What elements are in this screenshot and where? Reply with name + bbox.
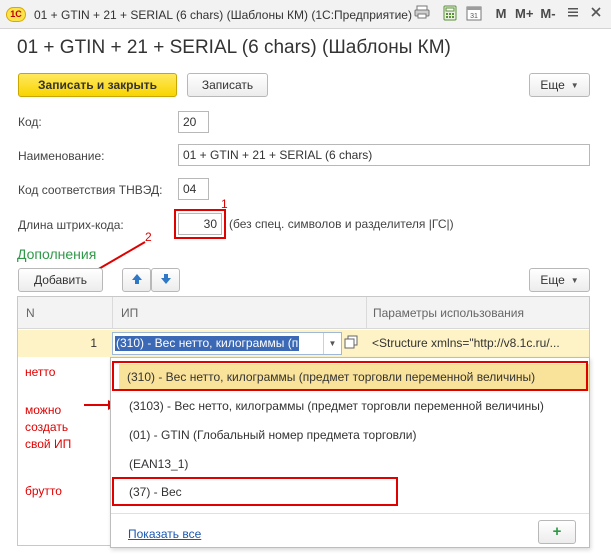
annotation-create-line1: можно — [25, 403, 62, 417]
dropdown-divider — [111, 513, 589, 514]
annotation-create-line2: создать — [25, 420, 69, 434]
show-all-link[interactable]: Показать все — [128, 527, 201, 541]
print-icon[interactable] — [412, 5, 432, 23]
code-label: Код: — [18, 115, 42, 129]
move-up-button[interactable] — [122, 268, 151, 292]
chevron-down-icon: ▼ — [570, 81, 579, 90]
save-button[interactable]: Записать — [187, 73, 268, 97]
window-titlebar: 1C 01 + GTIN + 21 + SERIAL (6 chars) (Ша… — [0, 0, 611, 29]
svg-text:31: 31 — [470, 13, 478, 20]
highlight-brutto-item — [112, 477, 398, 506]
highlight-netto-item — [112, 361, 588, 391]
annotation-create-own-ip: можно создать свой ИП — [25, 402, 71, 453]
page-title: 01 + GTIN + 21 + SERIAL (6 chars) (Шабло… — [17, 37, 451, 58]
annotation-number-1: 1 — [221, 197, 228, 211]
name-label: Наименование: — [18, 149, 105, 163]
additions-more-label: Еще — [540, 273, 565, 287]
code-field[interactable]: 20 — [178, 111, 209, 133]
column-header-ip[interactable]: ИП — [113, 297, 367, 329]
chevron-down-icon: ▼ — [570, 276, 579, 285]
save-and-close-button[interactable]: Записать и закрыть — [18, 73, 177, 97]
menu-icon[interactable] — [566, 5, 580, 23]
barcode-note: (без спец. символов и разделителя |ГС|) — [229, 217, 454, 231]
tnved-field[interactable]: 04 — [178, 178, 209, 200]
chevron-down-icon[interactable]: ▼ — [323, 333, 341, 354]
memory-minus-icon[interactable]: M- — [539, 5, 557, 23]
move-down-button[interactable] — [151, 268, 180, 292]
annotation-netto: нетто — [25, 365, 56, 379]
calendar-icon[interactable]: 31 — [464, 5, 484, 23]
dropdown-item-01[interactable]: (01) - GTIN (Глобальный номер предмета т… — [119, 422, 589, 449]
ip-select-field[interactable]: (310) - Вес нетто, килограммы (п ▼ — [112, 332, 342, 355]
row-number: 1 — [90, 336, 97, 350]
plus-icon: + — [552, 523, 562, 540]
barcode-length-label: Длина штрих-кода: — [18, 218, 124, 232]
table-row[interactable]: 1 (310) - Вес нетто, килограммы (п ▼ <St… — [18, 330, 589, 357]
tnved-label: Код соответствия ТНВЭД: — [18, 183, 163, 197]
barcode-highlight-box — [174, 209, 226, 239]
add-button[interactable]: Добавить — [18, 268, 103, 292]
name-field[interactable]: 01 + GTIN + 21 + SERIAL (6 chars) — [178, 144, 590, 166]
open-value-icon[interactable] — [344, 335, 360, 351]
annotation-create-line3: свой ИП — [25, 437, 72, 451]
window-title: 01 + GTIN + 21 + SERIAL (6 chars) (Шабло… — [34, 8, 412, 22]
more-button[interactable]: Еще ▼ — [529, 73, 590, 97]
arrow-down-icon — [160, 274, 171, 284]
memory-icon[interactable]: M — [494, 5, 508, 23]
column-header-n[interactable]: N — [18, 297, 113, 329]
annotation-brutto: брутто — [25, 484, 62, 498]
arrow-up-icon — [131, 274, 142, 284]
params-cell[interactable]: <Structure xmlns="http://v8.1c.ru/... — [367, 330, 589, 357]
additions-more-button[interactable]: Еще ▼ — [529, 268, 590, 292]
dropdown-item-3103[interactable]: (3103) - Вес нетто, килограммы (предмет … — [119, 393, 589, 420]
close-icon[interactable] — [588, 5, 604, 23]
ip-select-value: (310) - Вес нетто, килограммы (п — [115, 336, 300, 351]
more-button-label: Еще — [540, 78, 565, 92]
memory-plus-icon[interactable]: M+ — [515, 5, 533, 23]
calculator-icon[interactable] — [440, 5, 460, 23]
dropdown-item-ean13[interactable]: (EAN13_1) — [119, 451, 589, 478]
column-header-params[interactable]: Параметры использования — [367, 297, 589, 329]
dropdown-add-button[interactable]: + — [538, 520, 576, 544]
app-logo-icon: 1C — [6, 7, 26, 22]
